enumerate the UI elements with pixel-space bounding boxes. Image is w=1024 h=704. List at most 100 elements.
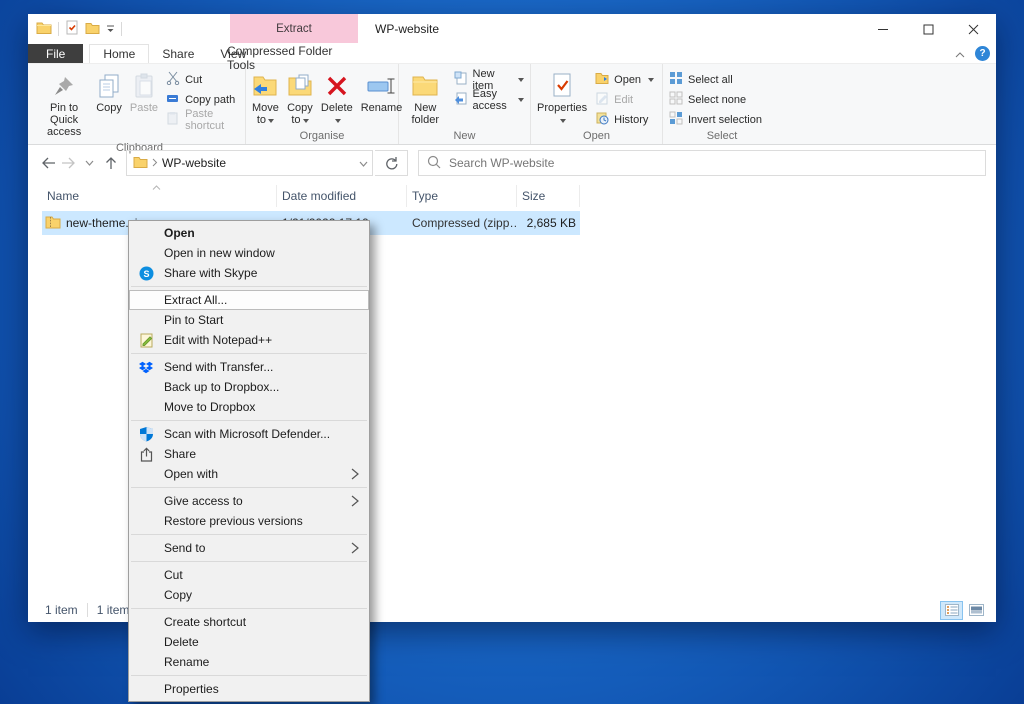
menu-item-label: Create shortcut [164,615,246,629]
select-all-icon [669,71,683,88]
menu-item-label: Cut [164,568,183,582]
column-headers: Name Date modified Type Size [42,185,580,207]
menu-item-send-with-transfer[interactable]: Send with Transfer... [129,357,369,377]
back-arrow-icon[interactable] [38,151,57,175]
close-button[interactable] [951,14,996,44]
menu-item-label: Edit with Notepad++ [164,333,272,347]
select-none-icon [669,91,683,108]
easy-access-button[interactable]: Easy access [450,90,528,109]
maximize-button[interactable] [906,14,951,44]
large-icons-view-button[interactable] [965,601,988,620]
ribbon: Pin to Quick access Copy Paste Cut [28,63,996,145]
menu-item-edit-with-notepad[interactable]: Edit with Notepad++ [129,330,369,350]
menu-item-label: Rename [164,655,209,669]
dropdown-arrow-icon [335,119,341,123]
menu-item-open-in-new-window[interactable]: Open in new window [129,243,369,263]
menu-item-give-access-to[interactable]: Give access to [129,491,369,511]
search-icon [427,155,441,172]
address-bar[interactable]: WP-website [126,150,373,176]
pin-to-quick-access-label: Pin to Quick access [40,102,88,138]
copy-button[interactable]: Copy [92,67,126,117]
dropdown-arrow-icon [560,119,566,123]
open-button[interactable]: Open [591,70,658,89]
menu-item-create-shortcut[interactable]: Create shortcut [129,612,369,632]
breadcrumb-chevron-icon [152,156,158,170]
tab-home[interactable]: Home [89,44,149,63]
menu-item-copy[interactable]: Copy [129,585,369,605]
new-folder-button[interactable]: New folder [401,67,450,129]
new-item-icon [454,71,468,88]
column-header-size[interactable]: Size [517,185,580,207]
edit-button[interactable]: Edit [591,90,658,109]
dropdown-arrow-icon [648,78,654,82]
help-icon[interactable] [975,46,990,61]
column-header-date-modified[interactable]: Date modified [277,185,407,207]
ribbon-group-select: Select all Select none Invert selection … [663,64,781,144]
up-arrow-icon[interactable] [101,151,120,175]
menu-item-extract-all[interactable]: Extract All... [129,290,369,310]
qat-customize-chevron-icon[interactable] [106,22,115,36]
delete-button[interactable]: Delete [317,67,357,129]
new-folder-label: New folder [405,102,446,126]
qat-properties-icon[interactable] [65,20,79,38]
history-button[interactable]: History [591,110,658,129]
column-header-type[interactable]: Type [407,185,517,207]
edit-label: Edit [614,94,633,106]
menu-item-label: Give access to [164,494,243,508]
breadcrumb[interactable]: WP-website [162,156,355,170]
menu-item-restore-previous-versions[interactable]: Restore previous versions [129,511,369,531]
collapse-ribbon-chevron-icon[interactable] [955,47,965,61]
pin-to-quick-access-button[interactable]: Pin to Quick access [36,67,92,141]
copy-to-button[interactable]: Copy to [283,67,317,129]
menu-item-open-with[interactable]: Open with [129,464,369,484]
move-to-button[interactable]: Move to [248,67,283,129]
menu-separator [131,608,367,609]
select-all-button[interactable]: Select all [665,70,766,89]
menu-item-scan-with-microsoft-defender[interactable]: Scan with Microsoft Defender... [129,424,369,444]
refresh-button[interactable] [375,150,408,176]
search-box[interactable]: Search WP-website [418,150,986,176]
select-group-label: Select [665,129,779,144]
menu-item-properties[interactable]: Properties [129,679,369,699]
recent-locations-chevron-icon[interactable] [80,151,99,175]
copy-path-button[interactable]: Copy path [162,90,243,109]
tab-compressed-folder-tools[interactable]: Compressed Folder Tools [227,44,358,72]
contextual-tab-header[interactable]: Extract [230,14,358,43]
menu-item-share[interactable]: Share [129,444,369,464]
menu-item-share-with-skype[interactable]: SShare with Skype [129,263,369,283]
menu-item-move-to-dropbox[interactable]: Move to Dropbox [129,397,369,417]
minimize-button[interactable] [861,14,906,44]
sort-ascending-icon [152,179,161,193]
menu-separator [131,487,367,488]
menu-item-open[interactable]: Open [129,223,369,243]
select-none-button[interactable]: Select none [665,90,766,109]
item-count: 1 item [45,603,78,617]
qat-new-folder-icon[interactable] [85,22,100,37]
copy-label: Copy [96,102,122,114]
submenu-arrow-icon [351,495,359,510]
paste-button[interactable]: Paste [126,67,162,117]
address-folder-icon [133,156,148,171]
menu-item-cut[interactable]: Cut [129,565,369,585]
menu-item-label: Extract All... [164,293,227,307]
invert-selection-button[interactable]: Invert selection [665,110,766,129]
details-view-button[interactable] [940,601,963,620]
file-size: 2,685 KB [517,216,580,230]
tab-share[interactable]: Share [149,44,207,63]
open-group-label: Open [533,129,660,144]
forward-arrow-icon[interactable] [59,151,78,175]
menu-item-send-to[interactable]: Send to [129,538,369,558]
scissors-icon [166,71,180,88]
address-dropdown-chevron-icon[interactable] [359,156,368,170]
menu-item-label: Share [164,447,196,461]
menu-item-delete[interactable]: Delete [129,632,369,652]
cut-button[interactable]: Cut [162,70,243,89]
menu-item-back-up-to-dropbox[interactable]: Back up to Dropbox... [129,377,369,397]
tab-file[interactable]: File [28,44,83,63]
menu-item-rename[interactable]: Rename [129,652,369,672]
properties-button[interactable]: Properties [533,67,591,129]
paste-shortcut-button[interactable]: Paste shortcut [162,110,243,129]
paste-label: Paste [130,102,158,114]
menu-item-pin-to-start[interactable]: Pin to Start [129,310,369,330]
new-item-button[interactable]: New item [450,70,528,89]
